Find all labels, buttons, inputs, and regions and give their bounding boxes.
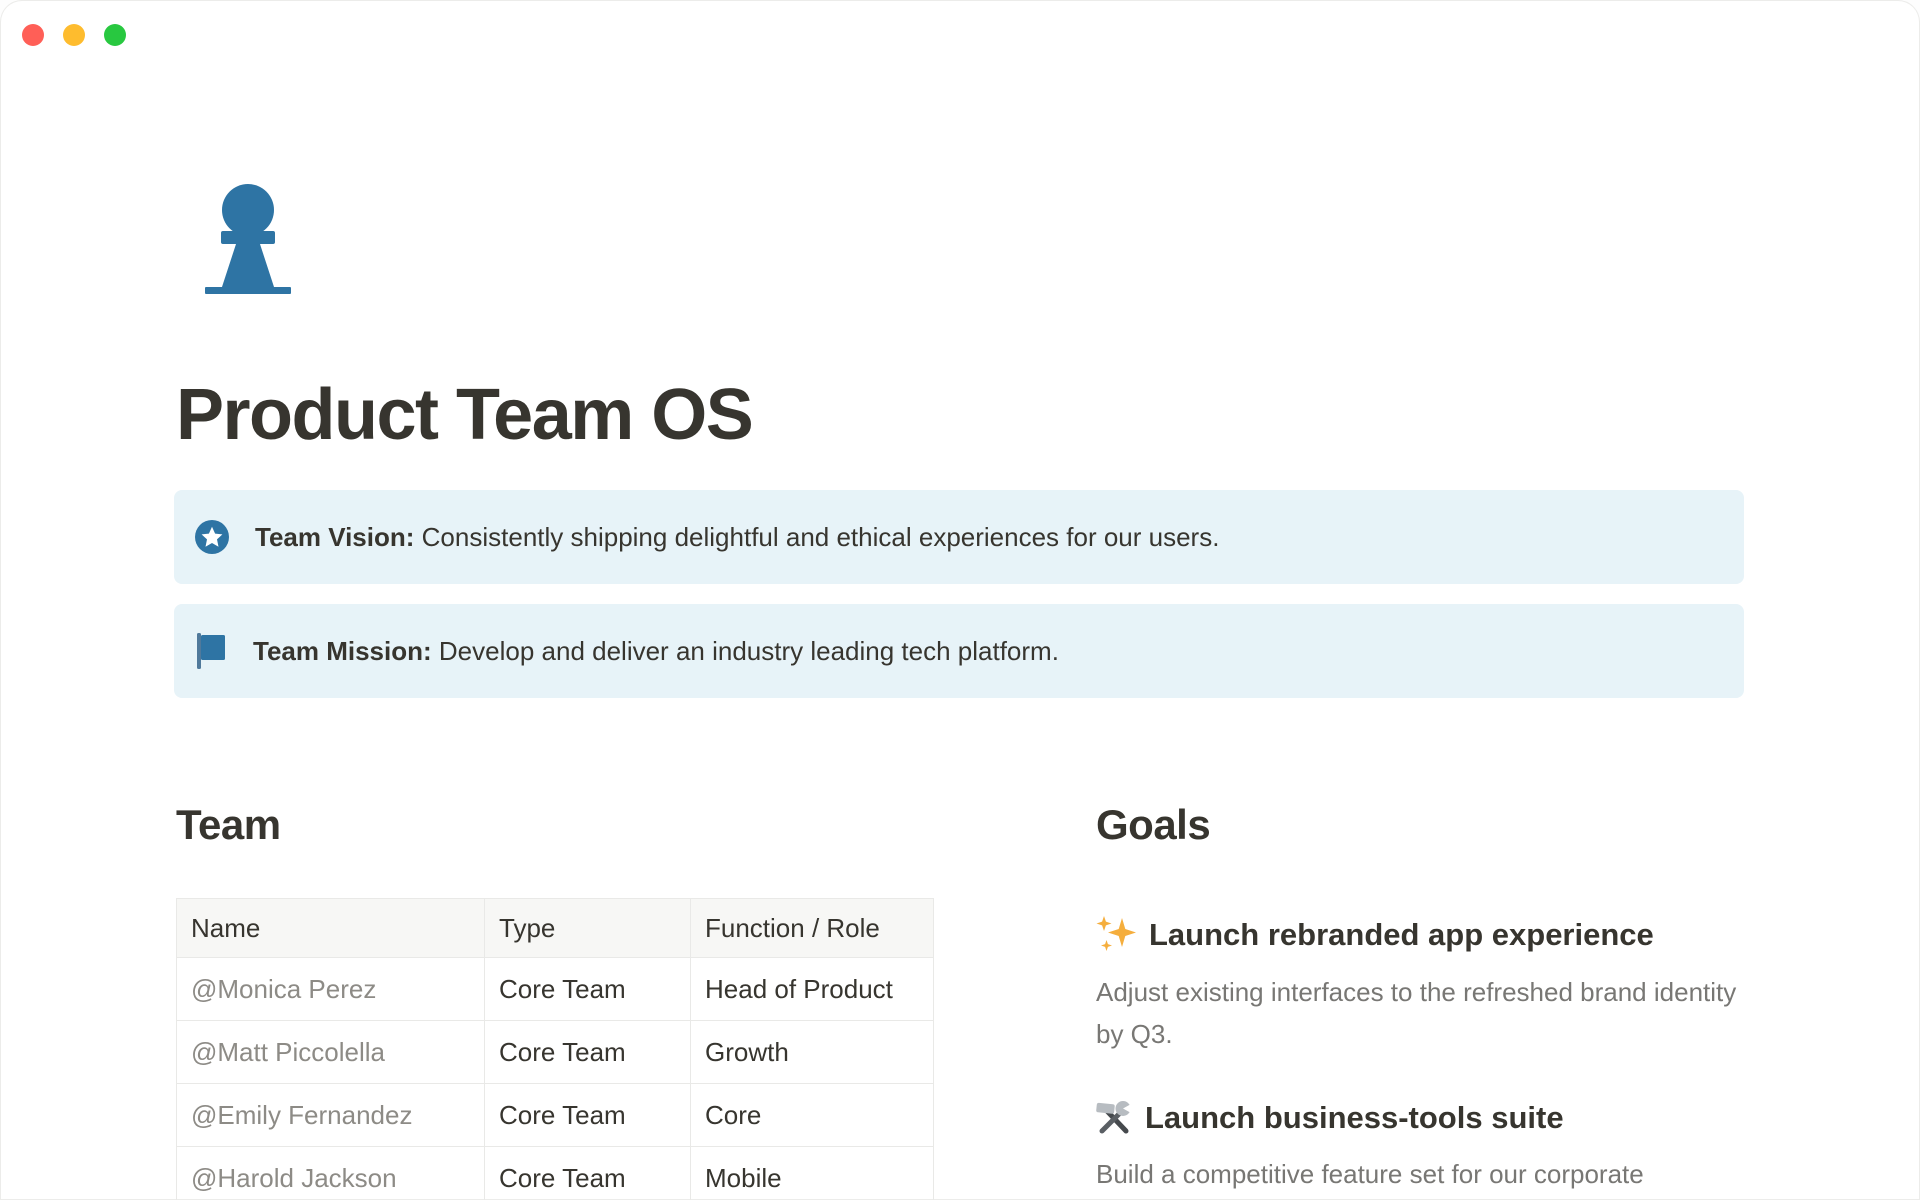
team-mission-callout[interactable]: Team Mission: Develop and deliver an ind… — [174, 604, 1744, 698]
role-cell[interactable]: Growth — [691, 1021, 934, 1084]
goal-description[interactable]: Build a competitive feature set for our … — [1096, 1153, 1746, 1195]
minimize-button[interactable] — [63, 24, 85, 46]
pawn-icon[interactable] — [204, 183, 292, 295]
team-heading[interactable]: Team — [176, 800, 933, 850]
role-cell[interactable]: Mobile — [691, 1147, 934, 1200]
sparkles-icon — [1096, 916, 1136, 954]
team-column: Team Name Type Function / Role @Monica P… — [176, 800, 933, 1200]
callout-text: Team Vision: Consistently shipping delig… — [255, 519, 1219, 555]
star-circle-icon[interactable] — [195, 520, 229, 554]
team-vision-callout[interactable]: Team Vision: Consistently shipping delig… — [174, 490, 1744, 584]
app-window: Product Team OS Team Vision: Consistentl… — [0, 0, 1920, 1200]
two-column-section: Team Name Type Function / Role @Monica P… — [176, 800, 1746, 1200]
person-mention[interactable]: @Monica Perez — [177, 958, 485, 1021]
person-mention[interactable]: @Harold Jackson — [177, 1147, 485, 1200]
flag-icon[interactable] — [195, 632, 227, 670]
type-cell[interactable]: Core Team — [485, 1084, 691, 1147]
goal-title-text: Launch rebranded app experience — [1149, 916, 1654, 953]
table-row: @Monica Perez Core Team Head of Product — [177, 958, 934, 1021]
role-cell[interactable]: Head of Product — [691, 958, 934, 1021]
close-button[interactable] — [22, 24, 44, 46]
callout-text: Team Mission: Develop and deliver an ind… — [253, 633, 1059, 669]
table-header-row: Name Type Function / Role — [177, 899, 934, 958]
goal-title-text: Launch business-tools suite — [1145, 1099, 1564, 1136]
callout-body: Develop and deliver an industry leading … — [439, 636, 1059, 666]
type-cell[interactable]: Core Team — [485, 1021, 691, 1084]
zoom-button[interactable] — [104, 24, 126, 46]
column-header-type[interactable]: Type — [485, 899, 691, 958]
window-controls — [22, 24, 126, 46]
goal-description[interactable]: Adjust existing interfaces to the refres… — [1096, 971, 1746, 1055]
goals-heading[interactable]: Goals — [1096, 800, 1746, 850]
role-cell[interactable]: Core — [691, 1084, 934, 1147]
column-header-name[interactable]: Name — [177, 899, 485, 958]
table-row: @Matt Piccolella Core Team Growth — [177, 1021, 934, 1084]
column-header-role[interactable]: Function / Role — [691, 899, 934, 958]
type-cell[interactable]: Core Team — [485, 1147, 691, 1200]
page-title[interactable]: Product Team OS — [176, 372, 752, 458]
person-mention[interactable]: @Emily Fernandez — [177, 1084, 485, 1147]
goal-title-rebrand[interactable]: Launch rebranded app experience — [1096, 916, 1746, 954]
callout-label: Team Vision: — [255, 522, 414, 552]
table-row: @Emily Fernandez Core Team Core — [177, 1084, 934, 1147]
hammer-wrench-icon — [1096, 1100, 1132, 1136]
callout-body: Consistently shipping delightful and eth… — [422, 522, 1220, 552]
person-mention[interactable]: @Matt Piccolella — [177, 1021, 485, 1084]
goal-title-business-tools[interactable]: Launch business-tools suite — [1096, 1099, 1746, 1136]
goals-column: Goals Launch rebranded app experience Ad… — [1096, 800, 1746, 1200]
table-row: @Harold Jackson Core Team Mobile — [177, 1147, 934, 1200]
team-table: Name Type Function / Role @Monica Perez … — [176, 898, 934, 1200]
type-cell[interactable]: Core Team — [485, 958, 691, 1021]
callout-label: Team Mission: — [253, 636, 432, 666]
